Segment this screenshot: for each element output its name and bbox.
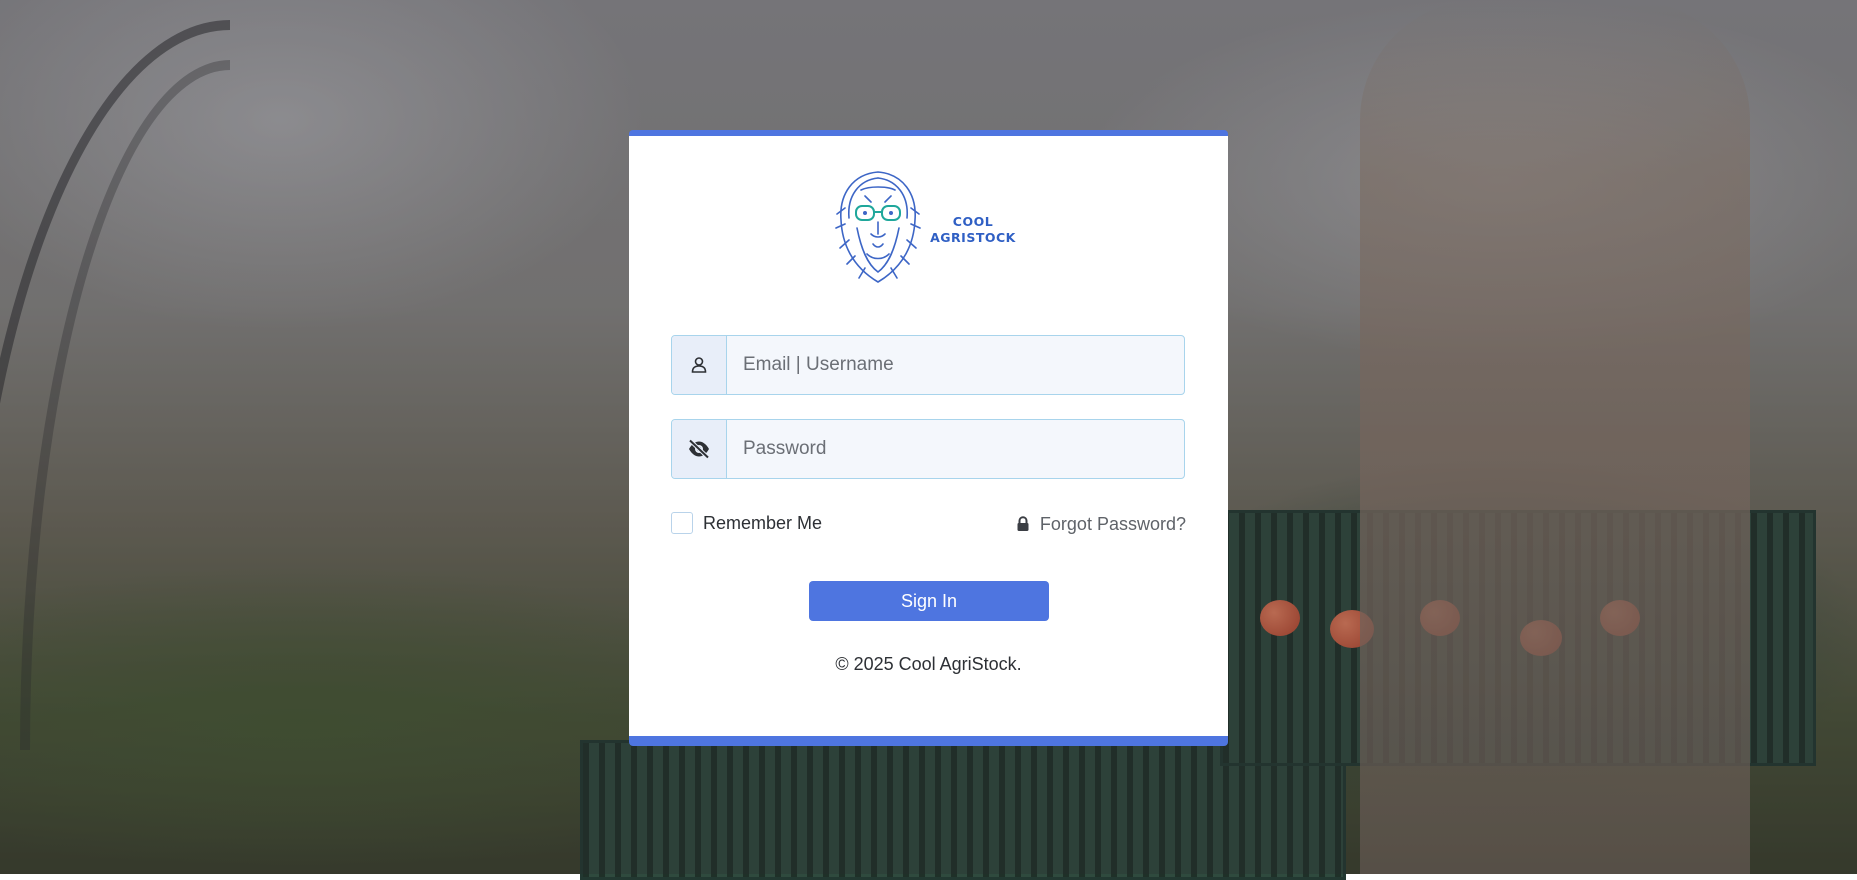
remember-me-label: Remember Me [703,512,823,533]
logo-text-line2: AGRISTOCK [930,230,1016,245]
remember-me[interactable]: Remember Me [671,510,822,536]
logo-text: COOL AGRISTOCK [927,214,1019,246]
logo-text-line1: COOL [952,214,994,229]
sign-in-button[interactable]: Sign In [809,581,1049,621]
lion-logo-icon [835,171,921,283]
brand-logo: COOL AGRISTOCK [831,168,1021,286]
lock-icon [1016,516,1030,532]
user-icon [672,336,727,394]
eye-slash-icon[interactable] [672,420,727,478]
forgot-password-label: Forgot Password? [1039,513,1186,534]
password-input[interactable] [727,420,1184,478]
remember-me-checkbox[interactable] [671,512,693,534]
username-input[interactable] [727,336,1184,394]
forgot-password-link[interactable]: Forgot Password? [1016,511,1186,537]
password-field [671,419,1185,479]
copyright-text: © 2025 Cool AgriStock. [835,654,1022,674]
login-card: COOL AGRISTOCK Remember Me [629,130,1228,746]
username-field [671,335,1185,395]
